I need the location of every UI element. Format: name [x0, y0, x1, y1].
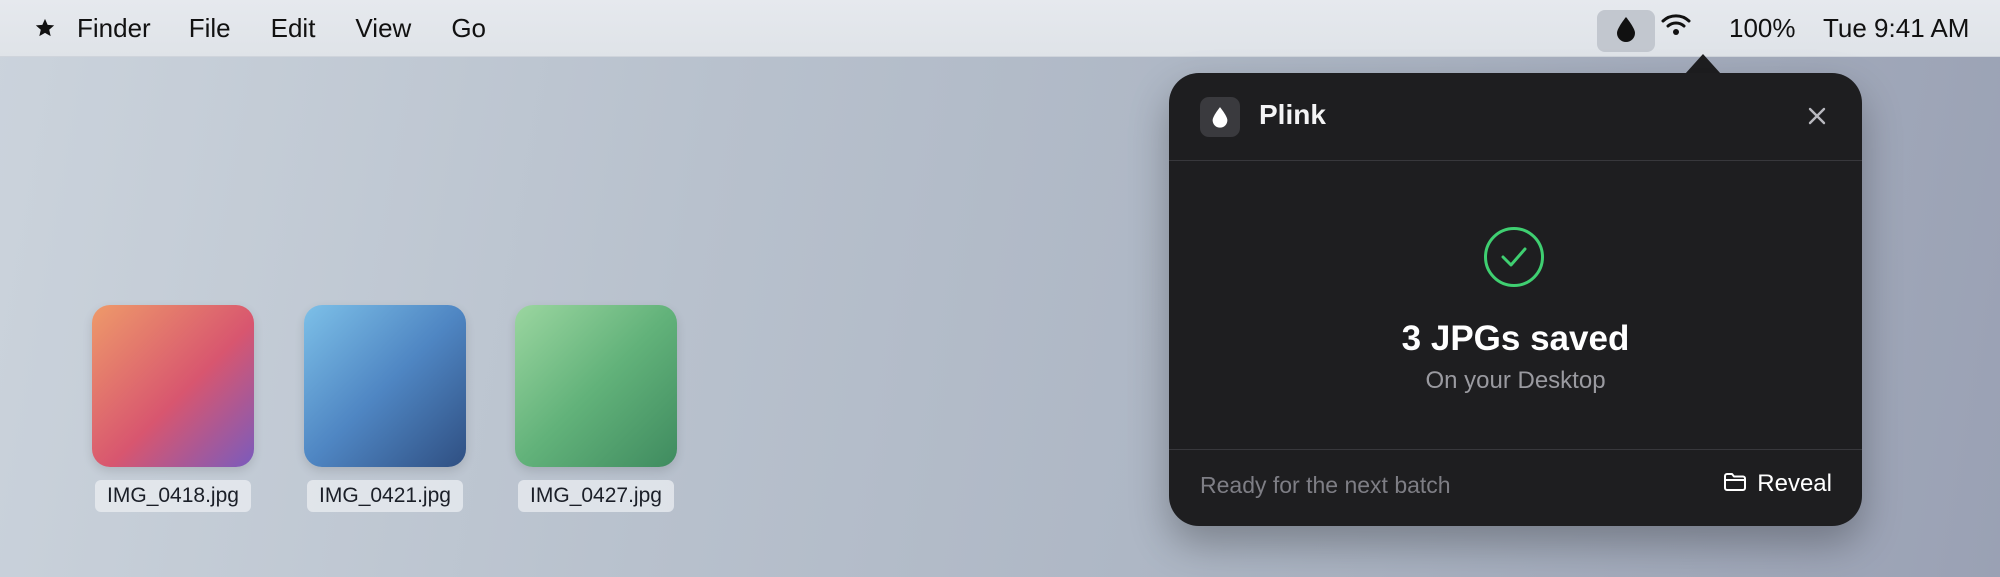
success-check-icon [1484, 227, 1544, 287]
success-subline: On your Desktop [1425, 367, 1606, 394]
file-thumbnail[interactable] [92, 305, 254, 467]
file-thumbnail[interactable] [515, 305, 677, 467]
file-name[interactable]: IMG_0418.jpg [95, 480, 251, 512]
popover-caret [1685, 54, 1721, 74]
close-icon[interactable] [1802, 101, 1832, 131]
menu-clock[interactable]: Tue 9:41 AM [1823, 13, 1969, 44]
menu-bar: Finder File Edit View Go 100% Tue 9:41 A… [0, 0, 2000, 57]
wifi-icon[interactable] [1659, 12, 1693, 38]
menu-file[interactable]: File [189, 13, 231, 44]
menu-edit[interactable]: Edit [271, 13, 316, 44]
file-thumbnail[interactable] [304, 305, 466, 467]
desktop-file[interactable]: IMG_0418.jpg [88, 305, 258, 512]
file-name[interactable]: IMG_0427.jpg [518, 480, 674, 512]
file-name[interactable]: IMG_0421.jpg [307, 480, 463, 512]
menu-view[interactable]: View [355, 13, 411, 44]
droplet-icon [1212, 107, 1228, 128]
reveal-label: Reveal [1757, 470, 1832, 497]
plink-popover: Plink 3 JPGs saved On your Desktop Ready… [1169, 73, 1862, 526]
desktop-file[interactable]: IMG_0427.jpg [511, 305, 681, 512]
menu-app-finder[interactable]: Finder [77, 13, 151, 44]
folder-icon [1723, 472, 1747, 497]
success-headline: 3 JPGs saved [1401, 319, 1630, 358]
star-icon[interactable] [34, 17, 56, 39]
plink-status-item[interactable] [1597, 10, 1655, 52]
battery-percentage[interactable]: 100% [1729, 13, 1796, 44]
desktop-file[interactable]: IMG_0421.jpg [300, 305, 470, 512]
popover-footer: Ready for the next batch Reveal [1169, 449, 1862, 526]
footer-status-text: Ready for the next batch [1200, 472, 1451, 498]
popover-title: Plink [1259, 99, 1326, 130]
menu-bar-left: Finder File Edit View Go [0, 0, 526, 56]
menu-go[interactable]: Go [451, 13, 486, 44]
droplet-icon [1615, 16, 1637, 47]
popover-header: Plink [1169, 73, 1862, 161]
app-icon [1200, 97, 1240, 137]
reveal-button[interactable]: Reveal [1723, 470, 1832, 498]
